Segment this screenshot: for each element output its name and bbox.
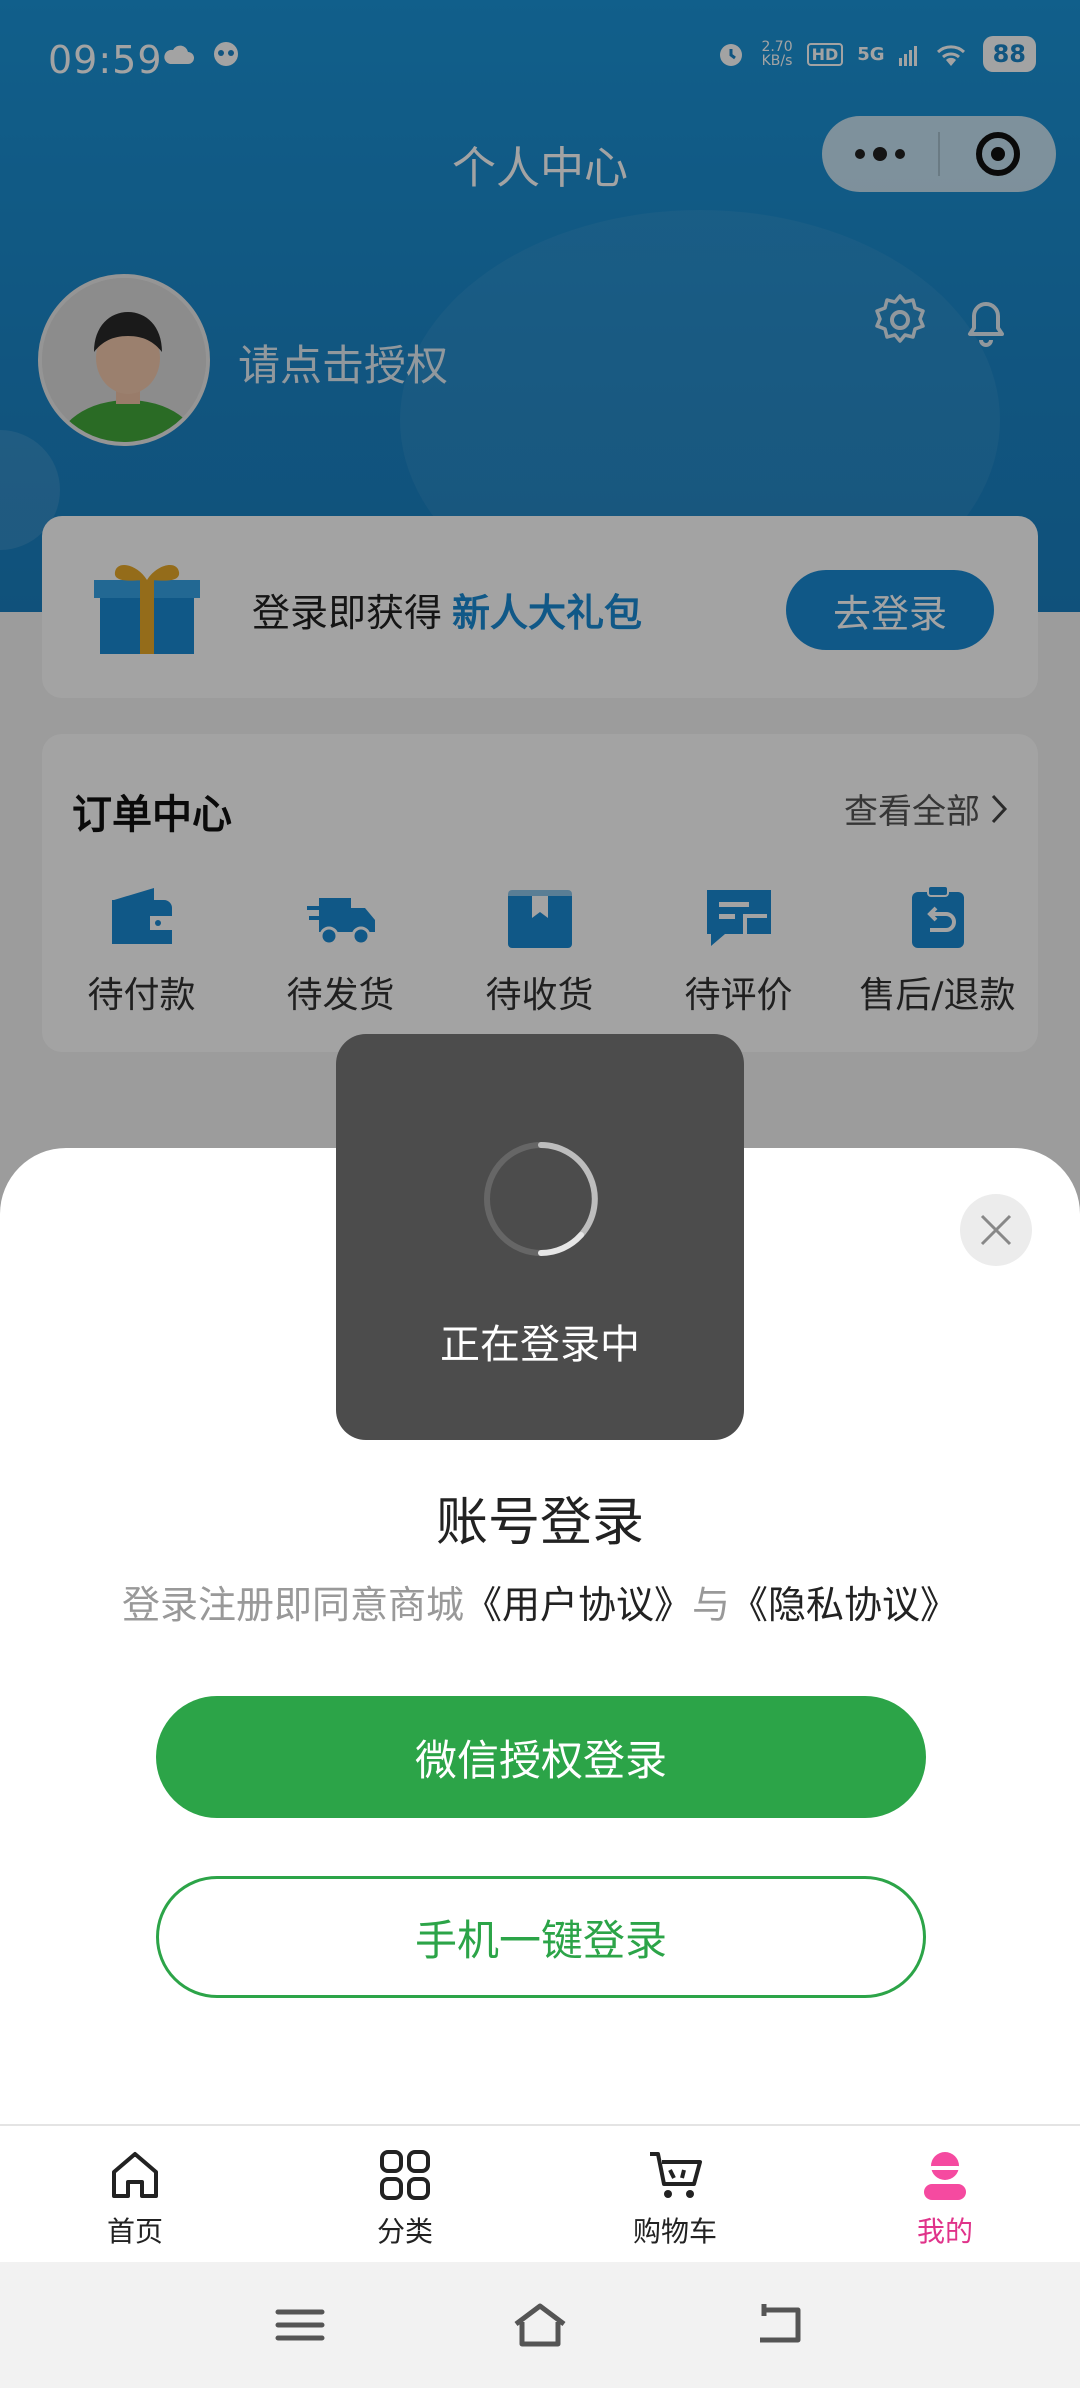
profile-icon <box>924 2152 966 2200</box>
phone-login-button[interactable]: 手机一键登录 <box>156 1876 926 1998</box>
tab-home[interactable]: 首页 <box>0 2126 270 2262</box>
agreement-text: 登录注册即同意商城《用户协议》与《隐私协议》 <box>0 1574 1080 1629</box>
loading-toast: 正在登录中 <box>336 1034 744 1440</box>
home-icon <box>112 2152 158 2198</box>
back-icon[interactable] <box>750 2300 810 2350</box>
system-navigation-bar <box>0 2262 1080 2388</box>
cart-icon <box>650 2152 702 2198</box>
agreement-prefix: 登录注册即同意商城 <box>121 1583 464 1627</box>
grid-icon <box>380 2150 430 2200</box>
tab-profile[interactable]: 我的 <box>810 2126 1080 2262</box>
bottom-tab-bar: 首页 分类 购物车 我的 <box>0 2124 1080 2262</box>
privacy-agreement-link[interactable]: 《隐私协议》 <box>730 1583 958 1627</box>
tab-category[interactable]: 分类 <box>270 2126 540 2262</box>
tab-label: 购物车 <box>632 2215 717 2248</box>
tab-cart[interactable]: 购物车 <box>540 2126 810 2262</box>
wechat-login-button[interactable]: 微信授权登录 <box>156 1696 926 1818</box>
login-title: 账号登录 <box>435 1493 644 1553</box>
close-sheet-button[interactable] <box>960 1194 1032 1266</box>
tab-label: 分类 <box>376 2215 433 2248</box>
loading-spinner-icon <box>484 1142 598 1256</box>
tab-label: 我的 <box>916 2215 973 2248</box>
user-agreement-link[interactable]: 《用户协议》 <box>464 1583 692 1627</box>
tab-label: 首页 <box>106 2215 163 2248</box>
home-nav-icon[interactable] <box>510 2300 570 2350</box>
toast-text: 正在登录中 <box>440 1322 640 1368</box>
close-icon <box>980 1214 1012 1246</box>
menu-icon[interactable] <box>270 2300 330 2350</box>
agreement-and: 与 <box>692 1583 731 1627</box>
